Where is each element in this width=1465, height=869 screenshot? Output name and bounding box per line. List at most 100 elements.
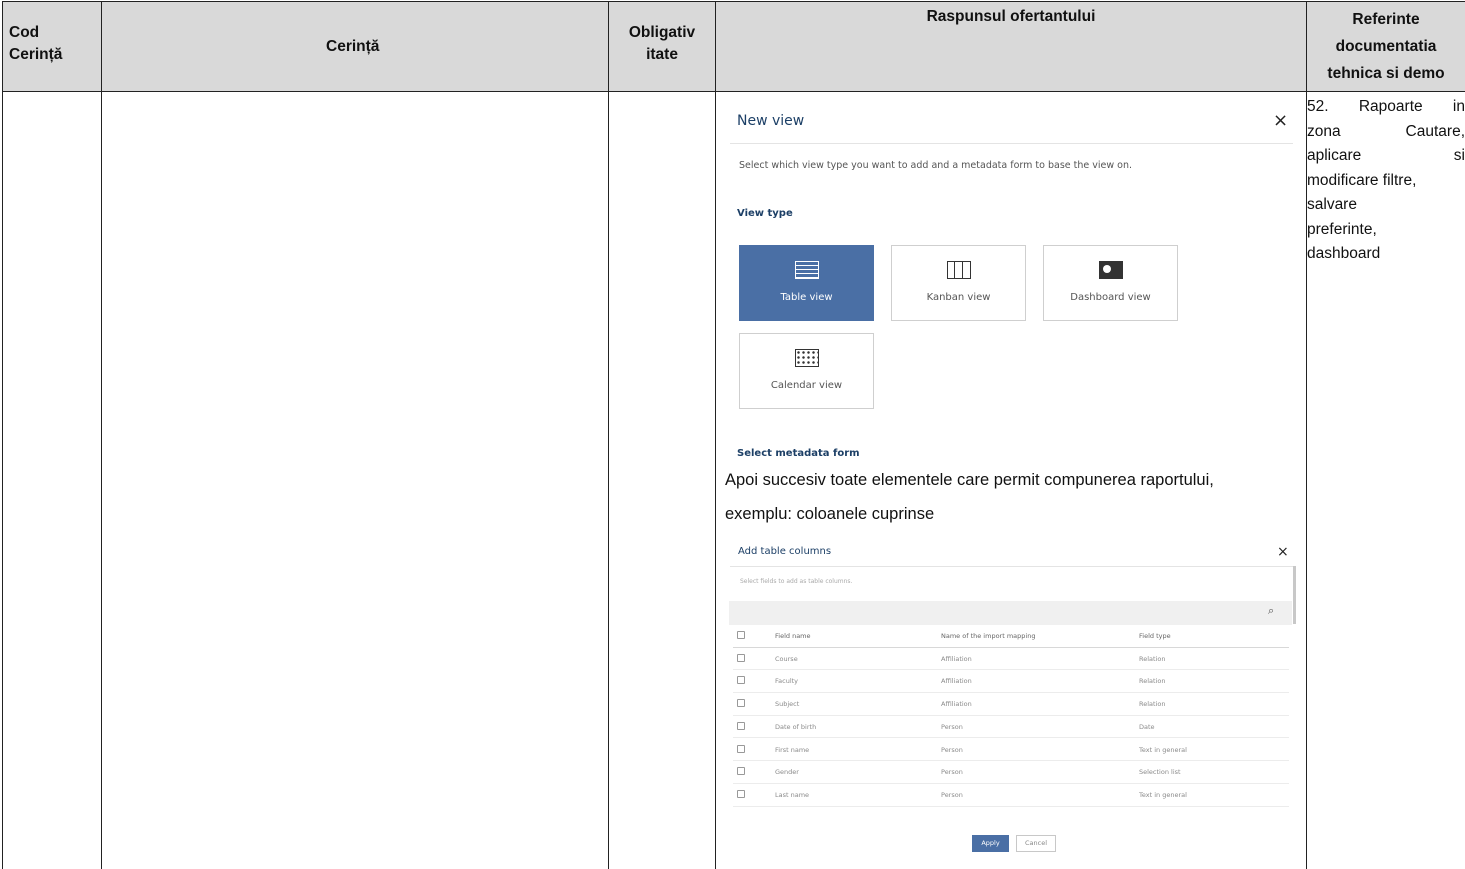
mapping-cell: Affiliation — [941, 700, 972, 709]
ref-word: in — [1452, 98, 1465, 115]
ref-word: zona — [1307, 122, 1341, 140]
field-name-cell: Field name — [775, 632, 811, 640]
add-columns-title: Add table columns — [738, 546, 832, 557]
field-name-cell: Gender — [775, 768, 799, 777]
field-type-cell: Relation — [1139, 677, 1166, 686]
ref-line-3: aplicare si — [1307, 144, 1465, 169]
kanban-view-label: Kanban view — [926, 292, 991, 303]
field-type-cell: Text in general — [1139, 790, 1187, 799]
header-ref-line3: tehnica si demo — [1327, 65, 1445, 82]
field-name-cell: Date of birth — [775, 722, 817, 731]
table-row[interactable]: Gender Person Selection list — [733, 761, 1289, 784]
ref-word: si — [1453, 147, 1465, 164]
mapping-cell: Person — [941, 745, 963, 754]
add-columns-description: Select fields to add as table columns. — [740, 578, 853, 585]
calendar-view-option[interactable]: Calendar view — [739, 333, 874, 409]
kanban-view-option[interactable]: Kanban view — [891, 245, 1026, 321]
table-view-label: Table view — [780, 292, 833, 303]
field-type-cell: Relation — [1139, 700, 1166, 709]
cancel-button[interactable]: Cancel — [1016, 835, 1056, 852]
header-ref-line2: documentatia — [1335, 38, 1437, 55]
paragraph-line-2: exemplu: coloanele cuprinse — [725, 505, 935, 523]
table-header-row[interactable]: Field name Name of the import mapping Fiel… — [733, 625, 1289, 648]
header-obligativ-line1: Obligativ — [628, 24, 696, 41]
view-type-label: View type — [737, 208, 793, 219]
add-columns-close-icon[interactable]: × — [1277, 544, 1289, 560]
field-name-cell: Subject — [775, 700, 800, 709]
ref-line-5: salvare — [1307, 196, 1357, 213]
new-view-close-icon[interactable]: × — [1273, 110, 1288, 131]
calendar-icon — [794, 349, 819, 367]
select-metadata-label: Select metadata form — [737, 448, 860, 459]
field-name-cell: Last name — [775, 790, 810, 799]
col-border-0 — [2, 1, 3, 869]
mapping-cell: Name of the import mapping — [941, 632, 1036, 640]
row-checkbox[interactable] — [737, 653, 745, 662]
row-checkbox[interactable] — [737, 767, 745, 776]
table-row[interactable]: Last name Person Text in general — [733, 784, 1289, 807]
ref-line-4: modificare filtre, — [1307, 171, 1417, 189]
header-cerinta: Cerință — [326, 38, 380, 55]
row-checkbox[interactable] — [737, 699, 745, 708]
row-checkbox[interactable] — [737, 744, 745, 753]
ref-line-1: 52. Rapoarte in — [1307, 95, 1465, 120]
add-columns-separator — [730, 566, 1293, 567]
field-name-cell: First name — [775, 745, 810, 754]
header-cod: Cod Cerință — [9, 22, 62, 66]
mapping-cell: Affiliation — [941, 677, 972, 686]
ref-line-6: preferinte, — [1307, 220, 1377, 238]
new-view-separator — [730, 143, 1293, 144]
kanban-icon — [946, 261, 971, 279]
dashboard-view-label: Dashboard view — [1070, 292, 1151, 303]
mapping-cell: Person — [941, 768, 963, 777]
header-cod-line1: Cod — [9, 24, 40, 41]
table-view-option[interactable]: Table view — [739, 245, 874, 321]
ref-word: 52. — [1307, 98, 1329, 115]
ref-line-2: zona Cautare, — [1307, 120, 1465, 145]
table-top-border — [2, 1, 1465, 2]
field-type-cell: Selection list — [1139, 768, 1181, 777]
mapping-cell: Affiliation — [941, 654, 972, 663]
table-row[interactable]: Subject Affiliation Relation — [733, 693, 1289, 716]
field-type-cell: Field type — [1139, 632, 1171, 640]
field-type-cell: Date — [1139, 722, 1155, 731]
ref-word: aplicare — [1307, 147, 1362, 164]
field-type-cell: Text in general — [1139, 745, 1187, 754]
row-checkbox[interactable] — [737, 721, 745, 730]
table-row[interactable]: Course Affiliation Relation — [733, 648, 1289, 671]
field-name-cell: Faculty — [775, 677, 799, 686]
dashboard-view-option[interactable]: Dashboard view — [1043, 245, 1178, 321]
field-name-cell: Course — [775, 654, 798, 663]
col-border-3 — [715, 1, 716, 869]
search-icon[interactable]: ⌕ — [1268, 604, 1274, 618]
ref-word: Rapoarte — [1358, 98, 1423, 115]
header-ref-line1: Referinte — [1352, 11, 1420, 28]
mapping-cell: Person — [941, 790, 963, 799]
header-cod-line2: Cerință — [9, 46, 63, 63]
header-obligativ-line2: itate — [646, 46, 678, 63]
row-checkbox[interactable] — [737, 789, 745, 798]
mapping-cell: Person — [941, 722, 963, 731]
header-raspuns: Raspunsul ofertantului — [926, 8, 1096, 25]
apply-button[interactable]: Apply — [972, 835, 1009, 852]
table-row[interactable]: Date of birth Person Date — [733, 716, 1289, 739]
add-columns-scrollbar[interactable] — [1293, 566, 1296, 624]
new-view-title: New view — [737, 113, 805, 129]
header-obligativitate: Obligativ itate — [609, 22, 715, 66]
header-referinte: Referinte documentatia tehnica si demo — [1307, 6, 1465, 87]
field-type-cell: Relation — [1139, 654, 1166, 663]
add-columns-search-input[interactable] — [729, 601, 1292, 625]
ref-line-7: dashboard — [1307, 245, 1381, 262]
dashboard-icon — [1098, 261, 1123, 279]
new-view-description: Select which view type you want to add a… — [739, 160, 1132, 171]
paragraph-line-1: Apoi succesiv toate elementele care perm… — [725, 471, 1214, 489]
calendar-view-label: Calendar view — [770, 380, 843, 391]
col-border-1 — [101, 1, 102, 869]
row-checkbox[interactable] — [737, 631, 745, 639]
table-row[interactable]: Faculty Affiliation Relation — [733, 670, 1289, 694]
table-row[interactable]: First name Person Text in general — [733, 739, 1289, 762]
col-border-2 — [608, 1, 609, 869]
header-bottom-border — [2, 91, 1465, 92]
row-checkbox[interactable] — [737, 676, 745, 685]
ref-word: Cautare, — [1405, 122, 1465, 140]
